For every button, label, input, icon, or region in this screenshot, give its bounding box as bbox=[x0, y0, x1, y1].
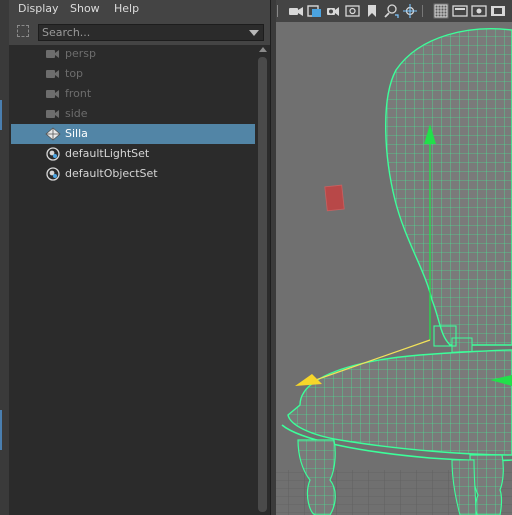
pin-icon[interactable] bbox=[364, 3, 380, 19]
outliner-item-top[interactable]: top bbox=[11, 64, 255, 84]
panel-edge-marker bbox=[0, 410, 2, 450]
chevron-down-icon[interactable] bbox=[249, 30, 259, 36]
viewport-toolbar bbox=[276, 0, 512, 23]
filter-icon[interactable] bbox=[17, 25, 29, 37]
2d-pan-zoom-icon[interactable] bbox=[383, 3, 399, 19]
outliner-item-label: front bbox=[65, 87, 92, 100]
outliner-item-defaultlightset[interactable]: defaultLightSet bbox=[11, 144, 255, 164]
grid-icon[interactable] bbox=[433, 3, 449, 19]
mesh-object-icon bbox=[45, 127, 61, 144]
search-field[interactable] bbox=[38, 24, 264, 41]
outliner-item-label: Silla bbox=[65, 127, 88, 140]
camera-attributes-icon[interactable] bbox=[307, 3, 323, 19]
camera-icon bbox=[46, 48, 60, 63]
chair-backrest bbox=[385, 28, 512, 346]
outliner-filter-row bbox=[9, 19, 270, 45]
image-plane-icon[interactable] bbox=[345, 3, 361, 19]
menu-display[interactable]: Display bbox=[18, 2, 59, 15]
camera-icon[interactable] bbox=[288, 3, 304, 19]
outliner-item-label: defaultObjectSet bbox=[65, 167, 158, 180]
camera-icon bbox=[46, 68, 60, 83]
3d-viewport[interactable] bbox=[276, 22, 512, 515]
viewport-scene bbox=[276, 28, 512, 515]
left-panel-edge bbox=[0, 0, 9, 515]
bookmark-icon[interactable] bbox=[326, 3, 342, 19]
set-icon bbox=[46, 147, 60, 164]
menu-show[interactable]: Show bbox=[70, 2, 100, 15]
outliner-item-side[interactable]: side bbox=[11, 104, 255, 124]
outliner-item-label: persp bbox=[65, 47, 96, 60]
menu-help[interactable]: Help bbox=[114, 2, 139, 15]
grease-pencil-icon[interactable] bbox=[402, 3, 418, 19]
scrollbar-thumb[interactable] bbox=[258, 57, 267, 512]
film-gate-icon[interactable] bbox=[452, 3, 468, 19]
outliner-menubar: Display Show Help bbox=[9, 0, 270, 19]
outliner-item-label: top bbox=[65, 67, 84, 80]
set-icon bbox=[46, 167, 60, 184]
search-input[interactable] bbox=[39, 25, 242, 40]
outliner-item-front[interactable]: front bbox=[11, 84, 255, 104]
manipulator-x-arrow[interactable] bbox=[295, 374, 322, 386]
panel-edge-marker bbox=[0, 100, 2, 130]
outliner-item-persp[interactable]: persp bbox=[11, 44, 255, 64]
outliner-item-label: defaultLightSet bbox=[65, 147, 150, 160]
camera-icon bbox=[46, 108, 60, 123]
red-marker bbox=[324, 184, 345, 212]
outliner-item-label: side bbox=[65, 107, 88, 120]
outliner-scrollbar[interactable] bbox=[256, 45, 270, 515]
camera-icon bbox=[46, 88, 60, 103]
outliner-item-defaultobjectset[interactable]: defaultObjectSet bbox=[11, 164, 255, 184]
gate-mask-icon[interactable] bbox=[490, 3, 506, 19]
outliner-item-silla[interactable]: Silla bbox=[11, 124, 255, 144]
resolution-gate-icon[interactable] bbox=[471, 3, 487, 19]
scroll-up-icon[interactable] bbox=[259, 47, 267, 52]
chair-seat bbox=[287, 349, 512, 456]
